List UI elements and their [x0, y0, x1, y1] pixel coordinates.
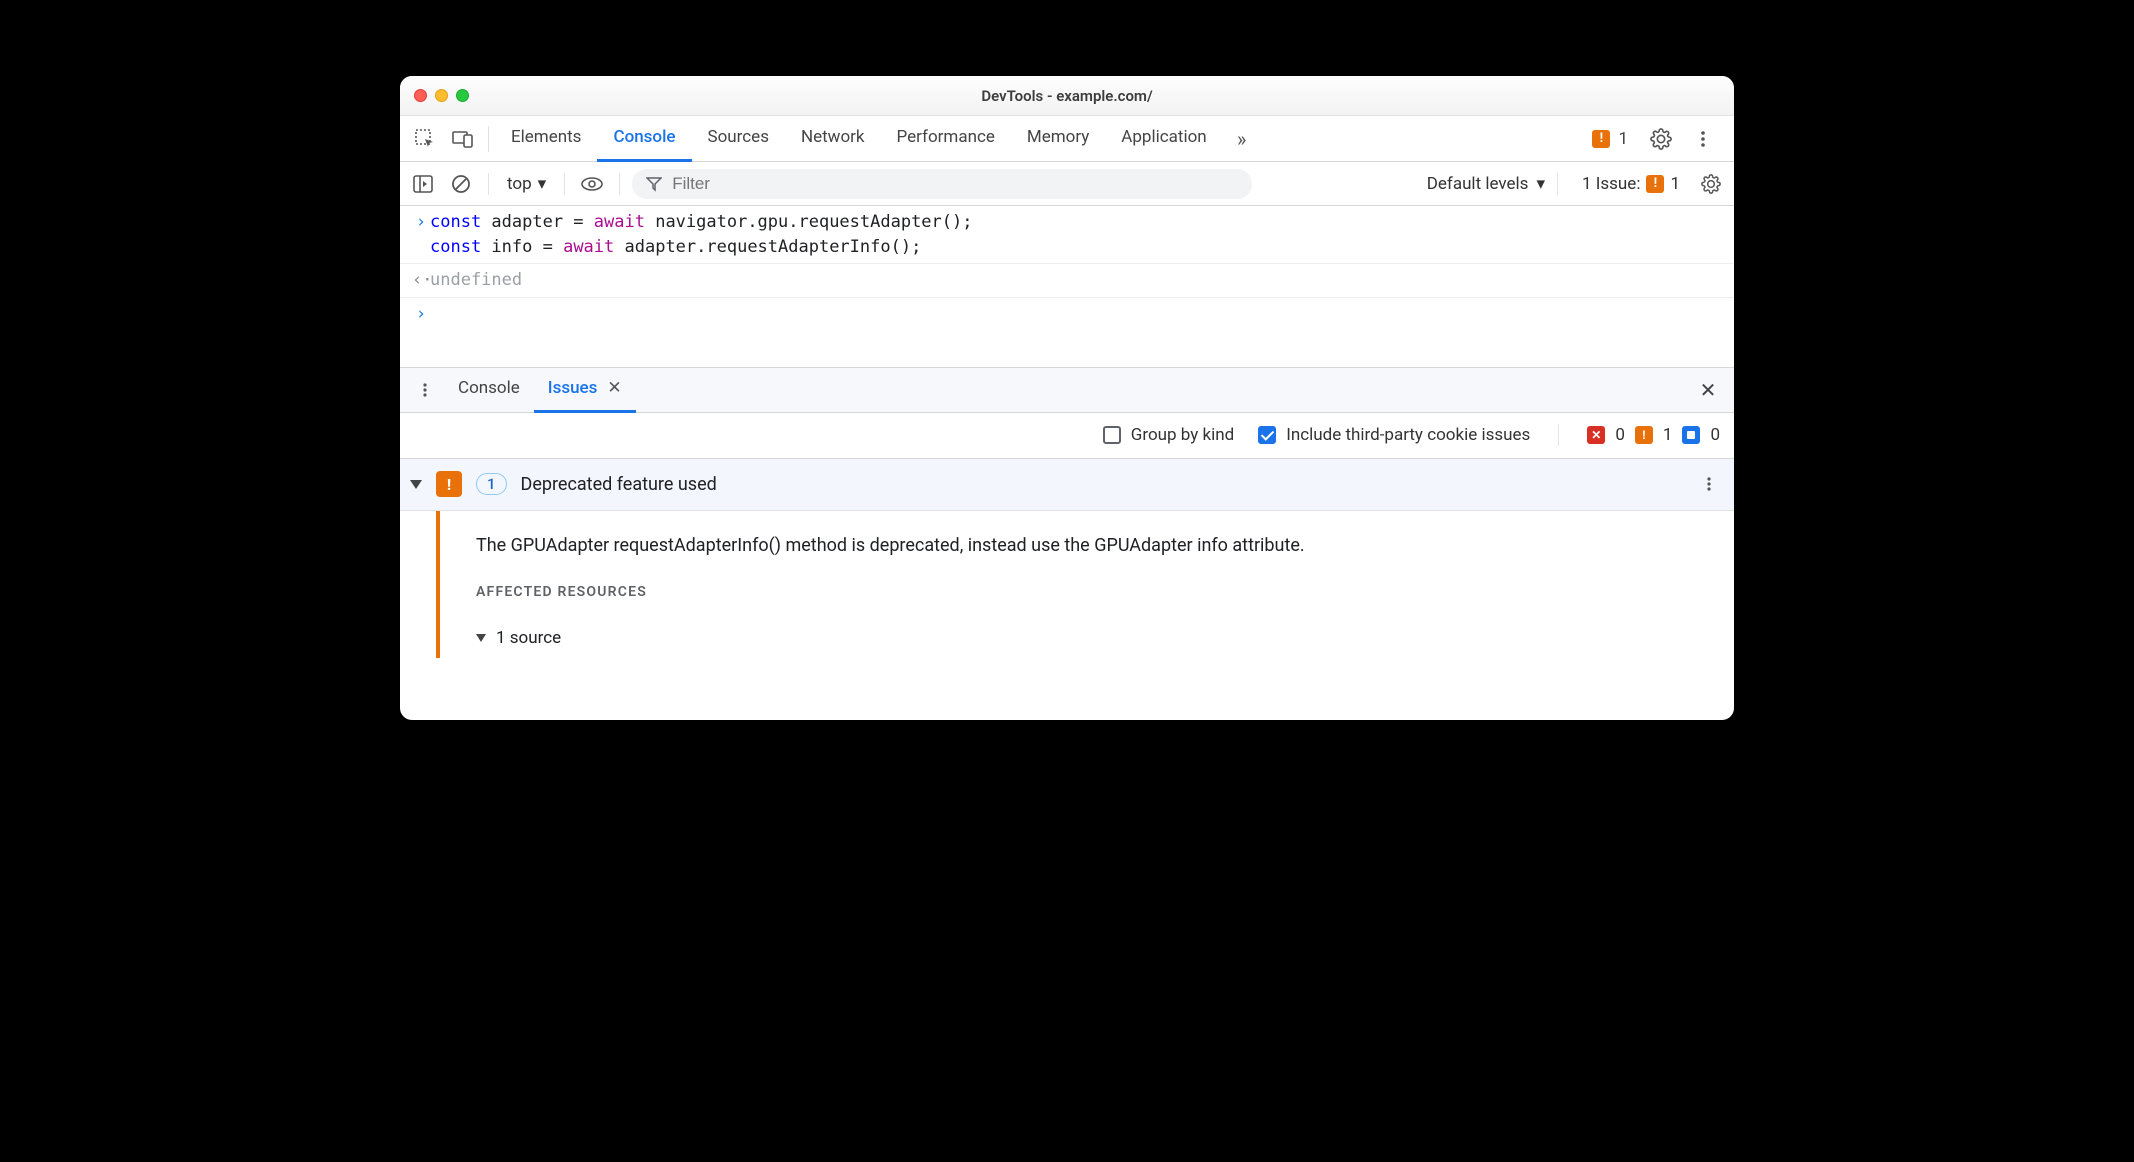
more-tabs-icon[interactable]: » — [1223, 116, 1261, 162]
tab-sources[interactable]: Sources — [692, 116, 785, 162]
divider — [619, 173, 620, 195]
warning-count: 1 — [1618, 129, 1628, 149]
divider — [564, 173, 565, 195]
tab-memory[interactable]: Memory — [1011, 116, 1105, 162]
input-prompt-icon: › — [412, 210, 430, 235]
levels-label: Default levels — [1427, 174, 1529, 194]
drawer-tab-issues[interactable]: Issues ✕ — [534, 367, 636, 413]
tab-console[interactable]: Console — [597, 116, 691, 162]
log-levels-selector[interactable]: Default levels ▾ — [1427, 174, 1545, 194]
settings-gear-icon[interactable] — [1642, 116, 1680, 162]
affected-resources-label: AFFECTED RESOURCES — [476, 584, 1714, 600]
warning-badge-icon: ! — [1635, 426, 1653, 444]
tab-elements[interactable]: Elements — [495, 116, 597, 162]
checkbox-icon[interactable] — [1103, 426, 1121, 444]
sidebar-toggle-icon[interactable] — [408, 169, 438, 199]
info-badge-icon — [1682, 426, 1700, 444]
issue-title: Deprecated feature used — [521, 474, 717, 495]
tabbar-right: ! 1 — [1592, 116, 1728, 162]
filter-input[interactable] — [672, 174, 1238, 194]
issue-kebab-icon[interactable] — [1694, 469, 1724, 499]
drawer-tab-label: Issues — [548, 378, 598, 398]
issue-counts: ✕ 0 ! 1 0 — [1587, 425, 1720, 445]
issue-detail: The GPUAdapter requestAdapterInfo() meth… — [400, 511, 1734, 658]
include-third-party-checkbox[interactable]: Include third-party cookie issues — [1258, 425, 1530, 445]
checkbox-label: Include third-party cookie issues — [1286, 425, 1530, 445]
console-input-line[interactable]: › const adapter = await navigator.gpu.re… — [400, 206, 1734, 263]
drawer-kebab-icon[interactable] — [406, 367, 444, 413]
devtools-window: DevTools - example.com/ Elements Console… — [400, 76, 1734, 720]
issue-description: The GPUAdapter requestAdapterInfo() meth… — [476, 535, 1714, 556]
tab-network[interactable]: Network — [785, 116, 881, 162]
issues-count: 1 — [1670, 174, 1680, 194]
traffic-lights — [414, 89, 469, 102]
warning-issue-icon: ! — [436, 471, 462, 497]
chevron-down-icon: ▾ — [538, 174, 547, 194]
console-next-prompt[interactable]: › — [400, 298, 1734, 331]
issue-detail-body: The GPUAdapter requestAdapterInfo() meth… — [440, 511, 1734, 658]
divider — [488, 126, 489, 152]
expand-caret-icon — [476, 634, 486, 642]
context-selector[interactable]: top ▾ — [501, 174, 552, 194]
minimize-window-button[interactable] — [435, 89, 448, 102]
error-badge-icon: ✕ — [1587, 426, 1605, 444]
source-expand-row[interactable]: 1 source — [476, 628, 1714, 648]
info-count: 0 — [1710, 425, 1720, 445]
drawer-tab-console[interactable]: Console — [444, 367, 534, 413]
drawer-tabbar: Console Issues ✕ ✕ — [400, 367, 1734, 413]
main-tabs: Elements Console Sources Network Perform… — [495, 116, 1223, 162]
warning-count: 1 — [1663, 425, 1673, 445]
input-prompt-icon: › — [412, 302, 430, 327]
window-title: DevTools - example.com/ — [400, 87, 1734, 105]
maximize-window-button[interactable] — [456, 89, 469, 102]
group-by-kind-checkbox[interactable]: Group by kind — [1103, 425, 1234, 445]
console-filterbar: top ▾ Default levels ▾ 1 Issue: ! 1 — [400, 162, 1734, 206]
error-count: 0 — [1615, 425, 1625, 445]
console-output: › const adapter = await navigator.gpu.re… — [400, 206, 1734, 367]
main-tabbar: Elements Console Sources Network Perform… — [400, 116, 1734, 162]
checkbox-icon[interactable] — [1258, 426, 1276, 444]
warning-badge-icon[interactable]: ! — [1592, 130, 1610, 148]
filter-funnel-icon — [646, 176, 662, 192]
console-code: const adapter = await navigator.gpu.requ… — [430, 210, 972, 259]
filter-input-wrap[interactable] — [632, 169, 1252, 199]
device-toolbar-icon[interactable] — [444, 116, 482, 162]
titlebar: DevTools - example.com/ — [400, 76, 1734, 116]
issue-count-pill: 1 — [476, 473, 507, 495]
close-drawer-icon[interactable]: ✕ — [1688, 370, 1728, 410]
tab-performance[interactable]: Performance — [881, 116, 1011, 162]
warning-badge-icon: ! — [1646, 175, 1664, 193]
close-window-button[interactable] — [414, 89, 427, 102]
divider — [1558, 424, 1559, 446]
divider — [488, 173, 489, 195]
issue-row-header[interactable]: ! 1 Deprecated feature used — [400, 459, 1734, 511]
chevron-down-icon: ▾ — [1536, 174, 1545, 194]
kebab-menu-icon[interactable] — [1684, 116, 1722, 162]
divider — [1557, 173, 1558, 195]
issues-toolbar: Group by kind Include third-party cookie… — [400, 413, 1734, 459]
tab-application[interactable]: Application — [1105, 116, 1222, 162]
issues-label: 1 Issue: — [1582, 174, 1640, 194]
output-prompt-icon: ‹· — [412, 268, 430, 293]
context-label: top — [507, 174, 532, 194]
live-expression-icon[interactable] — [577, 169, 607, 199]
inspect-element-icon[interactable] — [406, 116, 444, 162]
output-value: undefined — [430, 268, 522, 293]
console-output-line: ‹· undefined — [400, 264, 1734, 297]
expand-caret-icon[interactable] — [410, 480, 422, 489]
issues-link[interactable]: 1 Issue: ! 1 — [1582, 174, 1680, 194]
clear-console-icon[interactable] — [446, 169, 476, 199]
console-settings-gear-icon[interactable] — [1696, 169, 1726, 199]
spacer — [400, 331, 1734, 367]
close-tab-icon[interactable]: ✕ — [607, 378, 621, 398]
source-count: 1 source — [496, 628, 561, 648]
checkbox-label: Group by kind — [1131, 425, 1234, 445]
